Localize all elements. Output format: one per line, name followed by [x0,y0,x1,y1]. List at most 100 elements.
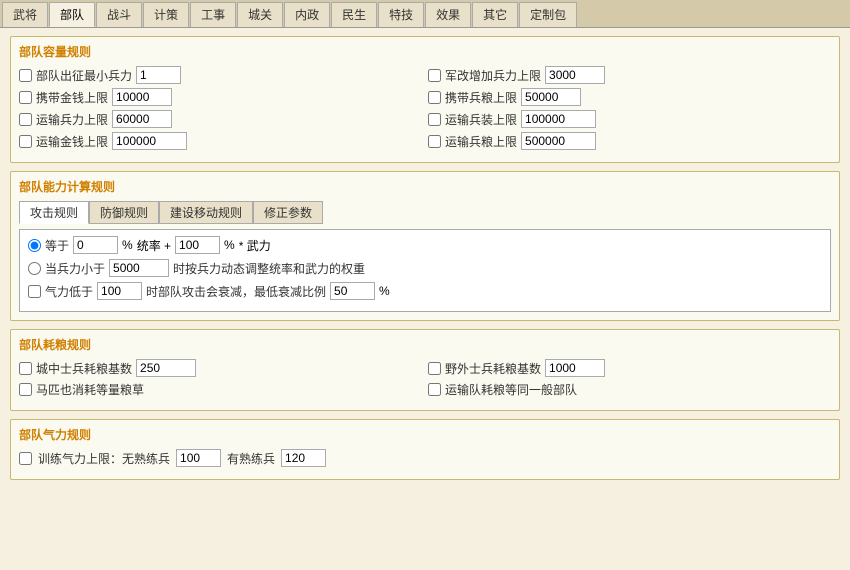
capacity-grain-checkbox[interactable] [428,91,441,104]
formula-radio2[interactable] [28,262,41,275]
formula-label-dengyu: 等于 [45,237,69,254]
capacity-transport-equip-checkbox[interactable] [428,113,441,126]
capacity-jungai-input[interactable]: 3000 [545,66,605,84]
capacity-row4-col2: 运输兵粮上限 500000 [428,132,831,150]
formula-v2-input[interactable] [175,236,220,254]
capacity-jungai-checkbox[interactable] [428,69,441,82]
morale-v1-input[interactable] [176,449,221,467]
capacity-transport-equip-label: 运输兵装上限 [445,111,517,128]
grain-row1-col2: 野外士兵耗粮基数 [428,359,831,377]
tab-zhandou[interactable]: 战斗 [96,2,142,27]
morale-v2-input[interactable] [281,449,326,467]
inner-tab-content: 等于 % 统率 + % * 武力 当兵力小于 时按兵力动态调整统率和武力的权重 … [19,229,831,312]
morale-row1: 训练气力上限：无熟练兵 有熟练兵 [19,449,831,467]
morale-title: 部队气力规则 [19,426,831,443]
inner-tab-defense[interactable]: 防御规则 [89,201,159,224]
ability-section: 部队能力计算规则 攻击规则 防御规则 建设移动规则 修正参数 等于 % 统率 +… [10,171,840,321]
formula-row3: 气力低于 时部队攻击会衰减，最低衰减比例 % [28,282,822,300]
formula-row3-pct: % [379,284,390,298]
tab-tejji[interactable]: 特技 [378,2,424,27]
formula-row2-v1-input[interactable] [109,259,169,277]
capacity-minforce-label: 部队出征最小兵力 [36,67,132,84]
capacity-row3-col1: 运输兵力上限 60000 [19,110,422,128]
morale-label1: 训练气力上限：无熟练兵 [38,450,170,467]
tab-bar: 武将 部队 战斗 计策 工事 城关 内政 民生 特技 效果 其它 定制包 [0,0,850,28]
capacity-row4-col1: 运输金钱上限 100000 [19,132,422,150]
tab-xiaoguo[interactable]: 效果 [425,2,471,27]
morale-label2: 有熟练兵 [227,450,275,467]
grain-title: 部队耗粮规则 [19,336,831,353]
inner-tab-correct[interactable]: 修正参数 [253,201,323,224]
grain-city-checkbox[interactable] [19,362,32,375]
tab-gongshi[interactable]: 工事 [190,2,236,27]
capacity-transport-force-checkbox[interactable] [19,113,32,126]
capacity-grain-input[interactable]: 50000 [521,88,581,106]
formula-row1: 等于 % 统率 + % * 武力 [28,236,822,254]
capacity-gold-input[interactable]: 10000 [112,88,172,106]
inner-tab-attack[interactable]: 攻击规则 [19,201,89,224]
capacity-title: 部队容量规则 [19,43,831,60]
morale-section: 部队气力规则 训练气力上限：无熟练兵 有熟练兵 [10,419,840,480]
formula-pct2: % [224,238,235,252]
tab-dingzhisection[interactable]: 定制包 [519,2,577,27]
capacity-row4: 运输金钱上限 100000 运输兵粮上限 500000 [19,132,831,150]
capacity-gold-label: 携带金钱上限 [36,89,108,106]
grain-section: 部队耗粮规则 城中士兵耗粮基数 野外士兵耗粮基数 马匹也消耗等量粮草 运输队耗粮… [10,329,840,411]
capacity-minforce-checkbox[interactable] [19,69,32,82]
capacity-row3-col2: 运输兵装上限 100000 [428,110,831,128]
formula-mul1: 统率 + [137,237,171,254]
formula-pct1: % [122,238,133,252]
capacity-row2: 携带金钱上限 10000 携带兵粮上限 50000 [19,88,831,106]
capacity-row1: 部队出征最小兵力 1 军改增加兵力上限 3000 [19,66,831,84]
capacity-transport-gold-checkbox[interactable] [19,135,32,148]
tab-chengguan[interactable]: 城关 [237,2,283,27]
formula-row3-v1-input[interactable] [97,282,142,300]
tab-budui[interactable]: 部队 [49,2,95,27]
grain-city-input[interactable] [136,359,196,377]
capacity-grain-label: 携带兵粮上限 [445,89,517,106]
tab-qita[interactable]: 其它 [472,2,518,27]
ability-title: 部队能力计算规则 [19,178,831,195]
main-content: 部队容量规则 部队出征最小兵力 1 军改增加兵力上限 3000 携带金钱上限 1… [0,28,850,570]
formula-row3-checkbox[interactable] [28,285,41,298]
capacity-section: 部队容量规则 部队出征最小兵力 1 军改增加兵力上限 3000 携带金钱上限 1… [10,36,840,163]
formula-row3-v2-input[interactable] [330,282,375,300]
capacity-transport-equip-input[interactable]: 100000 [521,110,596,128]
grain-row2-col1: 马匹也消耗等量粮草 [19,381,422,398]
morale-limit-checkbox[interactable] [19,452,32,465]
grain-horse-checkbox[interactable] [19,383,32,396]
grain-field-input[interactable] [545,359,605,377]
grain-row2-col2: 运输队耗粮等同一般部队 [428,381,831,398]
grain-horse-label: 马匹也消耗等量粮草 [36,381,144,398]
tab-wujiang[interactable]: 武将 [2,2,48,27]
grain-row1: 城中士兵耗粮基数 野外士兵耗粮基数 [19,359,831,377]
tab-minsheng[interactable]: 民生 [331,2,377,27]
capacity-transport-grain-checkbox[interactable] [428,135,441,148]
formula-row3-label1: 气力低于 [45,283,93,300]
capacity-gold-checkbox[interactable] [19,91,32,104]
capacity-row2-col1: 携带金钱上限 10000 [19,88,422,106]
capacity-jungai-label: 军改增加兵力上限 [445,67,541,84]
capacity-transport-gold-input[interactable]: 100000 [112,132,187,150]
formula-radio1[interactable] [28,239,41,252]
grain-field-label: 野外士兵耗粮基数 [445,360,541,377]
formula-row3-label2: 时部队攻击会衰减，最低衰减比例 [146,283,326,300]
capacity-minforce-input[interactable]: 1 [136,66,181,84]
formula-row2: 当兵力小于 时按兵力动态调整统率和武力的权重 [28,259,822,277]
capacity-row1-col2: 军改增加兵力上限 3000 [428,66,831,84]
tab-jice[interactable]: 计策 [143,2,189,27]
formula-row2-label1: 当兵力小于 [45,260,105,277]
capacity-row2-col2: 携带兵粮上限 50000 [428,88,831,106]
grain-transport-checkbox[interactable] [428,383,441,396]
inner-tab-build[interactable]: 建设移动规则 [159,201,253,224]
capacity-transport-force-input[interactable]: 60000 [112,110,172,128]
grain-row2: 马匹也消耗等量粮草 运输队耗粮等同一般部队 [19,381,831,398]
grain-row1-col1: 城中士兵耗粮基数 [19,359,422,377]
capacity-transport-grain-input[interactable]: 500000 [521,132,596,150]
grain-field-checkbox[interactable] [428,362,441,375]
inner-tab-bar: 攻击规则 防御规则 建设移动规则 修正参数 [19,201,831,224]
tab-neizheng[interactable]: 内政 [284,2,330,27]
formula-row2-label2: 时按兵力动态调整统率和武力的权重 [173,260,365,277]
formula-v1-input[interactable] [73,236,118,254]
capacity-transport-force-label: 运输兵力上限 [36,111,108,128]
